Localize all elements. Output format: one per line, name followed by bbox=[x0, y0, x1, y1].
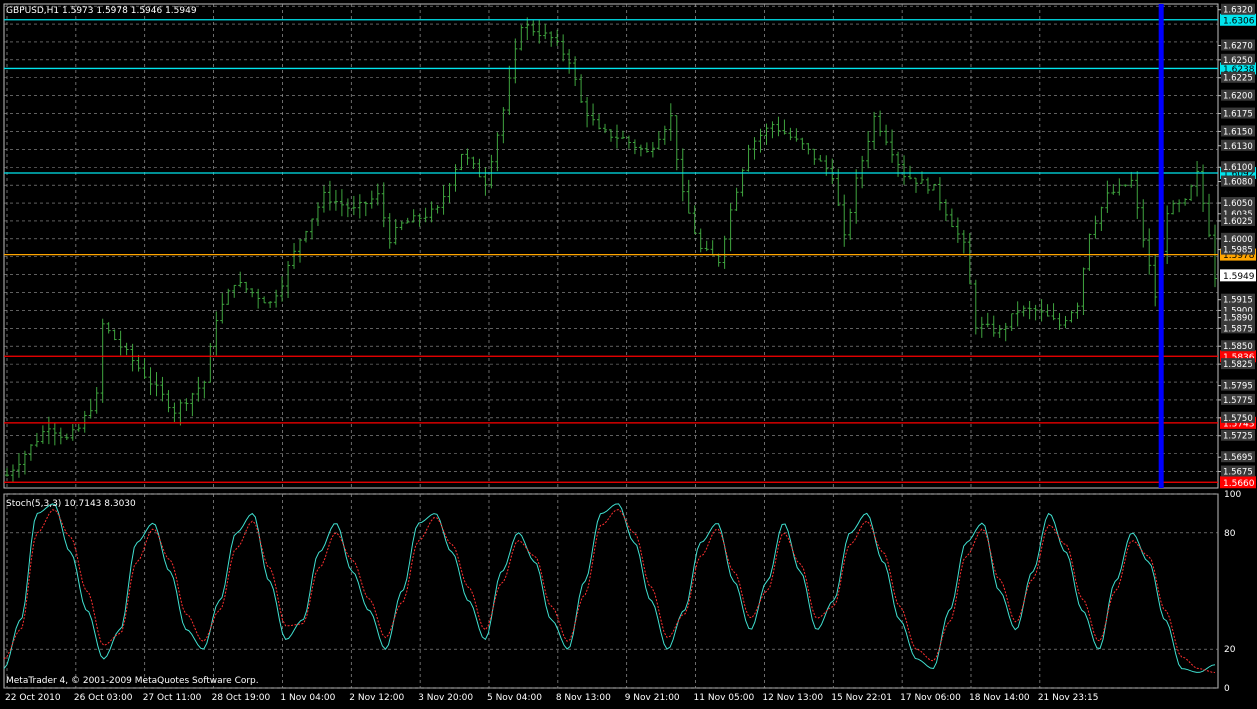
time-tick-label: 3 Nov 20:00 bbox=[418, 693, 473, 703]
svg-text:1.6130: 1.6130 bbox=[1223, 142, 1253, 152]
price-tick-label: 1.5915 bbox=[1221, 293, 1255, 306]
price-tick-label: 1.6270 bbox=[1221, 39, 1255, 52]
svg-text:1.6080: 1.6080 bbox=[1223, 178, 1253, 188]
time-tick-label: 26 Oct 03:00 bbox=[74, 693, 133, 703]
svg-text:1.6200: 1.6200 bbox=[1223, 92, 1253, 102]
stoch-tick-label: 0 bbox=[1224, 684, 1230, 694]
time-tick-label: 9 Nov 21:00 bbox=[625, 693, 680, 703]
price-tick-label: 1.5750 bbox=[1221, 411, 1255, 424]
svg-text:1.6250: 1.6250 bbox=[1223, 56, 1253, 66]
price-tick-label: 1.6225 bbox=[1221, 71, 1255, 84]
price-tick-label: 1.6100 bbox=[1221, 161, 1255, 173]
price-tick-label: 1.6200 bbox=[1221, 89, 1255, 102]
time-tick-label: 17 Nov 06:00 bbox=[900, 693, 961, 703]
svg-text:1.6225: 1.6225 bbox=[1223, 74, 1253, 84]
svg-text:1.6320: 1.6320 bbox=[1223, 6, 1253, 16]
svg-text:1.6150: 1.6150 bbox=[1223, 127, 1253, 137]
trading-chart[interactable]: 1.6306 1.6238 1.6092 1.5978 1.5949 1.5836 1.57… bbox=[0, 0, 1257, 705]
price-tick-label: 1.6150 bbox=[1221, 125, 1255, 137]
price-tick-label: 1.6050 bbox=[1221, 197, 1255, 209]
price-tick-label: 1.5675 bbox=[1221, 465, 1255, 478]
price-tick-label: 1.5850 bbox=[1221, 340, 1255, 352]
price-tick-label: 1.6080 bbox=[1221, 175, 1255, 188]
svg-text:1.5675: 1.5675 bbox=[1223, 468, 1253, 478]
price-tick-label: 1.5875 bbox=[1221, 322, 1255, 334]
time-tick-label: 28 Oct 19:00 bbox=[212, 693, 271, 703]
price-tick-label: 1.6250 bbox=[1221, 53, 1255, 66]
time-tick-label: 11 Nov 05:00 bbox=[694, 693, 755, 703]
svg-text:1.5915: 1.5915 bbox=[1223, 296, 1253, 306]
time-tick-label: 1 Nov 04:00 bbox=[280, 693, 335, 703]
svg-text:1.6270: 1.6270 bbox=[1223, 42, 1253, 52]
price-tick-label: 1.5775 bbox=[1221, 393, 1255, 406]
svg-text:1.6175: 1.6175 bbox=[1223, 110, 1253, 120]
level-price-label: 1.5949 bbox=[1223, 272, 1255, 282]
price-tick-label: 1.6130 bbox=[1221, 139, 1255, 152]
vertical-marker-line[interactable] bbox=[1158, 4, 1164, 488]
time-tick-label: 21 Nov 23:15 bbox=[1038, 693, 1099, 703]
time-tick-label: 27 Oct 11:00 bbox=[143, 693, 202, 703]
svg-text:1.5725: 1.5725 bbox=[1223, 432, 1253, 442]
price-tick-label: 1.5725 bbox=[1221, 429, 1255, 442]
level-price-label: 1.6306 bbox=[1223, 16, 1255, 26]
price-tick-label: 1.5695 bbox=[1221, 451, 1255, 463]
stoch-header: Stoch(5,3,3) 10.7143 8.3030 bbox=[6, 499, 136, 509]
chart-background bbox=[0, 0, 1257, 705]
price-tick-label: 1.6025 bbox=[1221, 214, 1255, 227]
svg-text:1.6000: 1.6000 bbox=[1223, 235, 1253, 245]
svg-text:1.5985: 1.5985 bbox=[1223, 246, 1253, 256]
time-tick-label: 12 Nov 13:00 bbox=[762, 693, 823, 703]
price-chart-header: GBPUSD,H1 1.5973 1.5978 1.5946 1.5949 bbox=[6, 6, 197, 16]
time-tick-label: 15 Nov 22:01 bbox=[831, 693, 892, 703]
price-tick-label: 1.6320 bbox=[1221, 3, 1255, 16]
price-tick-label: 1.5890 bbox=[1221, 311, 1255, 324]
svg-text:1.5875: 1.5875 bbox=[1223, 324, 1253, 334]
price-tick-label: 1.5985 bbox=[1221, 243, 1255, 256]
copyright-text: MetaTrader 4, © 2001-2009 MetaQuotes Sof… bbox=[6, 676, 259, 686]
price-tick-label: 1.6175 bbox=[1221, 107, 1255, 120]
stoch-tick-label: 100 bbox=[1224, 490, 1241, 500]
svg-text:1.5775: 1.5775 bbox=[1223, 396, 1253, 406]
svg-text:1.6050: 1.6050 bbox=[1223, 199, 1253, 209]
svg-text:1.5890: 1.5890 bbox=[1223, 314, 1253, 324]
vertical-marker[interactable] bbox=[1158, 4, 1164, 488]
svg-text:1.5825: 1.5825 bbox=[1223, 360, 1253, 370]
level-price-tag: 1.5949 bbox=[1220, 269, 1256, 282]
price-tick-label: 1.5795 bbox=[1221, 379, 1255, 392]
price-tick-label: 1.5825 bbox=[1221, 358, 1255, 370]
time-tick-label: 22 Oct 2010 bbox=[5, 693, 61, 703]
level-price-tag: 1.5660 bbox=[1220, 476, 1256, 489]
chart-svg[interactable]: 1.63061.62381.60921.59781.59491.58361.57… bbox=[0, 0, 1257, 705]
price-tick-label: 1.6000 bbox=[1221, 232, 1255, 245]
time-tick-label: 5 Nov 04:00 bbox=[487, 693, 542, 703]
level-price-label: 1.5660 bbox=[1223, 479, 1255, 489]
stoch-tick-label: 20 bbox=[1224, 645, 1236, 655]
svg-text:1.5750: 1.5750 bbox=[1223, 414, 1253, 424]
svg-text:1.5850: 1.5850 bbox=[1223, 342, 1253, 352]
svg-text:1.5695: 1.5695 bbox=[1223, 453, 1253, 463]
stoch-tick-label: 80 bbox=[1224, 529, 1236, 539]
svg-text:1.5795: 1.5795 bbox=[1223, 382, 1253, 392]
time-tick-label: 2 Nov 12:00 bbox=[349, 693, 404, 703]
time-tick-label: 8 Nov 13:00 bbox=[556, 693, 611, 703]
svg-text:1.6025: 1.6025 bbox=[1223, 217, 1253, 227]
svg-text:1.6100: 1.6100 bbox=[1223, 163, 1253, 173]
time-tick-label: 18 Nov 14:00 bbox=[969, 693, 1030, 703]
